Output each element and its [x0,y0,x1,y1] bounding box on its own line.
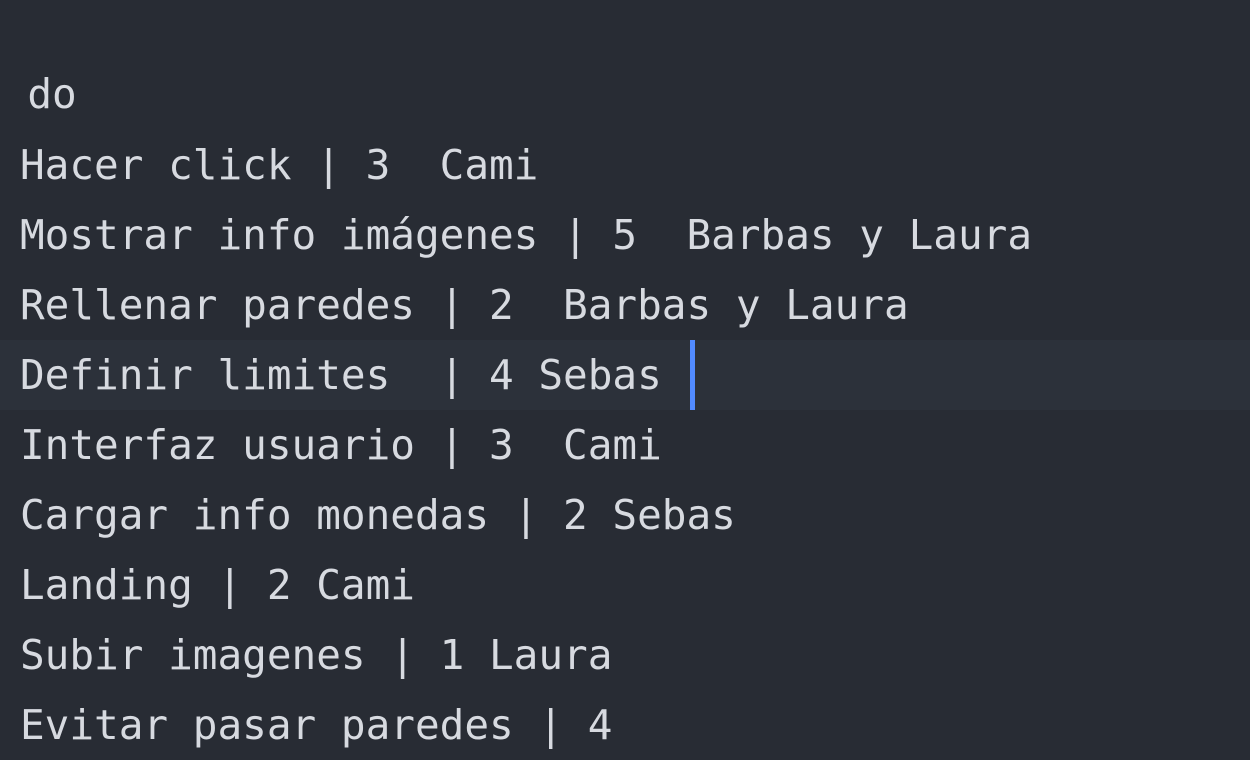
code-line[interactable]: o do [0,58,1250,130]
code-line-text: Evitar pasar paredes | 4 [20,701,613,749]
code-line-content: Definir limites | 4 Sebas [20,351,687,399]
code-line[interactable]: Landing | 2 Cami [0,550,1250,620]
code-line-text: Subir imagenes | 1 Laura [20,631,613,679]
code-line-text: Mostrar info imágenes | 5 Barbas y Laura [20,211,1033,259]
code-line-text: Interfaz usuario | 3 Cami [20,421,662,469]
code-line[interactable]: Cargar info monedas | 2 Sebas [0,480,1250,550]
code-line[interactable]: Interfaz usuario | 3 Cami [0,410,1250,480]
code-area[interactable]: o do Hacer click | 3 Cami Mostrar info i… [0,58,1250,760]
text-cursor [690,340,696,410]
code-line-text: Rellenar paredes | 2 Barbas y Laura [20,281,909,329]
code-line-text: o do [0,70,77,118]
code-line[interactable]: Evitar pasar paredes | 4 [0,690,1250,760]
current-code-line[interactable]: Definir limites | 4 Sebas [0,340,1250,410]
code-line-text: Hacer click | 3 Cami [20,141,539,189]
code-line-text: Definir limites | 4 Sebas [20,340,696,410]
text-editor[interactable]: o do Hacer click | 3 Cami Mostrar info i… [0,0,1250,760]
code-line[interactable]: Hacer click | 3 Cami [0,130,1250,200]
code-line[interactable]: Subir imagenes | 1 Laura [0,620,1250,690]
code-line[interactable]: Mostrar info imágenes | 5 Barbas y Laura [0,200,1250,270]
code-line[interactable]: Rellenar paredes | 2 Barbas y Laura [0,270,1250,340]
code-line-text: Cargar info monedas | 2 Sebas [20,491,736,539]
code-line-text: Landing | 2 Cami [20,561,415,609]
